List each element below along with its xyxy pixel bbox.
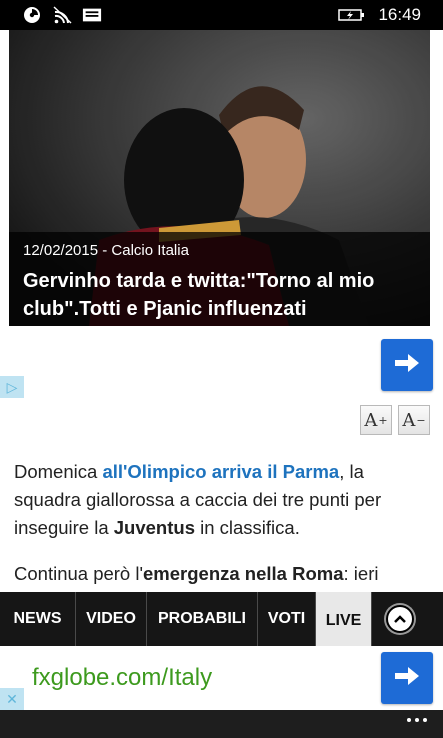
arrow-right-icon [393, 352, 421, 379]
chevron-up-icon [386, 605, 414, 633]
app-bar [0, 710, 443, 738]
article-paragraph: Domenica all'Olimpico arriva il Parma, l… [14, 461, 382, 538]
more-options-icon[interactable] [407, 718, 427, 722]
tab-live[interactable]: LIVE [316, 592, 372, 646]
article-paragraph: Continua però l'emergenza nella Roma: ie… [14, 563, 379, 584]
clock: 16:49 [378, 5, 421, 24]
ad-banner-bottom[interactable]: fxglobe.com/Italy ✕ [0, 646, 443, 710]
arrow-right-icon [393, 665, 421, 692]
ad-close-icon[interactable]: ✕ [0, 688, 24, 710]
tab-probabili[interactable]: PROBABILI [147, 592, 258, 646]
ad-banner-top[interactable]: ▷ [0, 326, 443, 400]
ad-go-button[interactable] [381, 339, 433, 391]
article-caption: 12/02/2015 - Calcio Italia Gervinho tard… [9, 232, 430, 326]
increase-text-button[interactable]: A + [360, 405, 392, 435]
tab-news[interactable]: NEWS [0, 592, 76, 646]
text-size-controls: A + A − [360, 405, 430, 435]
article-title: Gervinho tarda e twitta:"Torno al mio cl… [23, 270, 375, 320]
article-body: Domenica all'Olimpico arriva il Parma, l… [14, 458, 430, 606]
article-link[interactable]: all'Olimpico arriva il Parma [102, 461, 339, 482]
data-sync-icon [22, 6, 42, 24]
battery-charging-icon [336, 6, 366, 24]
article-hero[interactable]: 12/02/2015 - Calcio Italia Gervinho tard… [9, 30, 430, 326]
ad-choices-icon[interactable]: ▷ [0, 376, 24, 398]
tab-voti[interactable]: VOTI [258, 592, 316, 646]
tab-video[interactable]: VIDEO [76, 592, 147, 646]
bottom-nav: NEWS VIDEO PROBABILI VOTI LIVE [0, 592, 443, 646]
ad-text[interactable]: fxglobe.com/Italy [32, 664, 212, 692]
decrease-text-button[interactable]: A − [398, 405, 430, 435]
wifi-icon [52, 6, 72, 24]
ad-go-button[interactable] [381, 652, 433, 704]
article-date-category: 12/02/2015 - Calcio Italia [23, 242, 189, 259]
status-bar: 16:49 [0, 0, 443, 30]
message-icon [82, 6, 102, 24]
scroll-top-button[interactable] [372, 592, 428, 646]
